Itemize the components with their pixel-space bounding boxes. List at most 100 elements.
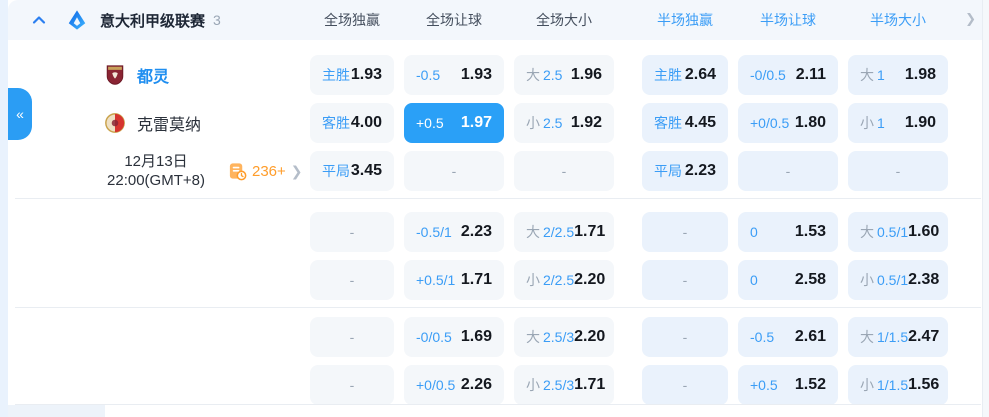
- home-team-row[interactable]: 都灵: [104, 55, 169, 95]
- odds-cell[interactable]: +0/0.5 2.26: [404, 365, 504, 405]
- odds-cell-empty: -: [310, 365, 394, 405]
- odds-line-value: 0.5/1: [877, 272, 909, 288]
- odds-cell[interactable]: 客胜 4.45: [642, 103, 728, 143]
- odds-line-value: +0/0.5: [750, 115, 790, 131]
- section-divider: [15, 404, 981, 405]
- odds-row: - -0.5/1 2.23 大 2/2.5 1.71-0 1.53 大 0.5/1 1.60: [310, 212, 948, 252]
- odds-price: 2.26: [460, 376, 492, 393]
- odds-cell[interactable]: 大 1/1.5 2.47: [848, 317, 948, 357]
- odds-cell[interactable]: 大 2/2.5 1.71: [514, 212, 614, 252]
- odds-cell-empty: -: [310, 317, 394, 357]
- odds-cell-label: +0.5: [416, 115, 444, 131]
- overunder-prefix: 小: [526, 377, 540, 393]
- odds-cell[interactable]: +0/0.5 1.80: [738, 103, 838, 143]
- empty-dash: -: [682, 329, 688, 345]
- more-markets-link[interactable]: 236+ ❯: [228, 151, 303, 191]
- odds-cell-empty: -: [642, 317, 728, 357]
- odds-cell[interactable]: 0 2.58: [738, 260, 838, 300]
- odds-cell[interactable]: 大 2.5 1.96: [514, 55, 614, 95]
- odds-cell-label: 0: [750, 224, 758, 240]
- odds-cell-label: 主胜: [322, 65, 350, 85]
- away-team-crest-icon: [105, 113, 125, 133]
- odds-cell[interactable]: 平局 3.45: [310, 151, 394, 191]
- odds-cell-empty: -: [848, 151, 948, 191]
- collapse-league-button[interactable]: [30, 11, 48, 29]
- odds-line-value: 平局: [654, 163, 682, 179]
- next-section-sliver: [8, 405, 105, 417]
- odds-cell[interactable]: 客胜 4.00: [310, 103, 394, 143]
- odds-cell[interactable]: -0.5 1.93: [404, 55, 504, 95]
- empty-dash: -: [785, 163, 791, 179]
- col-header-fulltime-1x2: 全场独赢: [324, 12, 380, 28]
- odds-cell-label: 客胜: [654, 113, 682, 133]
- chevron-up-icon: [32, 16, 46, 24]
- odds-cell[interactable]: 主胜 2.64: [642, 55, 728, 95]
- odds-line-value: 2.5/3: [543, 329, 575, 345]
- away-team-row[interactable]: 克雷莫纳: [104, 103, 201, 143]
- odds-grid: 主胜 1.93 -0.5 1.93 大 2.5 1.96 主胜 2.64 -0/0.5 2.11 大 1…: [310, 55, 948, 405]
- odds-cell[interactable]: -0/0.5 2.11: [738, 55, 838, 95]
- odds-line-value: 主胜: [322, 67, 350, 83]
- empty-dash: -: [895, 163, 901, 179]
- overunder-prefix: 小: [526, 115, 540, 131]
- odds-line-value: 0: [750, 224, 758, 240]
- odds-cell[interactable]: 大 2.5/3 2.20: [514, 317, 614, 357]
- odds-line-value: 客胜: [654, 115, 682, 131]
- odds-cell[interactable]: +0.5/1 1.71: [404, 260, 504, 300]
- odds-cell[interactable]: 小 2.5/3 1.71: [514, 365, 614, 405]
- odds-cell[interactable]: +0.5 1.97: [404, 103, 504, 143]
- odds-cell[interactable]: 0 1.53: [738, 212, 838, 252]
- col-header-halftime-handicap: 半场让球: [760, 12, 816, 28]
- odds-price: 2.11: [795, 66, 826, 83]
- empty-dash: -: [682, 224, 688, 240]
- column-gap: [624, 151, 632, 191]
- odds-cell[interactable]: 大 0.5/1 1.60: [848, 212, 948, 252]
- odds-line-value: -0.5: [750, 329, 775, 345]
- odds-price: 2.23: [684, 162, 716, 179]
- odds-cell-empty: -: [514, 151, 614, 191]
- odds-cell[interactable]: 小 2.5 1.92: [514, 103, 614, 143]
- odds-cell-label: 小 0.5/1: [860, 270, 908, 290]
- odds-cell-label: 大1: [860, 65, 885, 85]
- odds-cell[interactable]: 小 0.5/1 2.38: [848, 260, 948, 300]
- odds-cell[interactable]: -0.5/1 2.23: [404, 212, 504, 252]
- odds-line-value: 2.5: [543, 67, 563, 83]
- odds-cell[interactable]: 小 2/2.5 2.20: [514, 260, 614, 300]
- scroll-right-icon[interactable]: ❯: [965, 11, 976, 27]
- odds-cell[interactable]: 小 1/1.5 1.56: [848, 365, 948, 405]
- odds-cell-label: +0/0.5: [750, 115, 789, 131]
- odds-cell[interactable]: -0/0.5 1.69: [404, 317, 504, 357]
- odds-price: 2.20: [574, 328, 606, 345]
- odds-line-value: 1: [877, 115, 885, 131]
- away-team-name: 克雷莫纳: [137, 117, 202, 134]
- odds-cell-label: 小1: [860, 113, 885, 133]
- odds-cell[interactable]: +0.5 1.52: [738, 365, 838, 405]
- overunder-prefix: 大: [526, 329, 540, 345]
- odds-cell-empty: -: [642, 212, 728, 252]
- odds-price: 3.45: [350, 162, 382, 179]
- odds-cell[interactable]: 大 1 1.98: [848, 55, 948, 95]
- odds-cell[interactable]: 主胜 1.93: [310, 55, 394, 95]
- odds-cell-label: -0/0.5: [416, 329, 452, 345]
- odds-group: - -0.5/1 2.23 大 2/2.5 1.71-0 1.53 大 0.5/1 1.60- +0…: [310, 212, 948, 300]
- overunder-prefix: 小: [860, 377, 874, 393]
- odds-price: 2.64: [684, 66, 716, 83]
- scrollbar-gutter[interactable]: [982, 0, 989, 417]
- league-header: 意大利甲级联赛 3 全场独赢 全场让球 全场大小 半场独赢 半场让球 半场大小 …: [8, 0, 982, 40]
- odds-price: 1.52: [794, 376, 826, 393]
- odds-price: 1.93: [350, 66, 382, 83]
- odds-price: 1.56: [908, 376, 940, 393]
- odds-cell[interactable]: 平局 2.23: [642, 151, 728, 191]
- overunder-prefix: 大: [860, 67, 874, 83]
- odds-cell[interactable]: -0.5 2.61: [738, 317, 838, 357]
- odds-cell-label: -0.5: [750, 329, 774, 345]
- odds-cell-label: -0.5/1: [416, 224, 452, 240]
- col-header-halftime-overunder: 半场大小: [870, 12, 926, 28]
- column-gap: [624, 103, 632, 143]
- odds-line-value: 1/1.5: [877, 377, 909, 393]
- odds-cell-empty: -: [404, 151, 504, 191]
- sidebar-collapse-tab[interactable]: «: [8, 88, 32, 140]
- odds-price: 2.23: [460, 223, 492, 240]
- column-gap: [624, 365, 632, 405]
- odds-cell[interactable]: 小 1 1.90: [848, 103, 948, 143]
